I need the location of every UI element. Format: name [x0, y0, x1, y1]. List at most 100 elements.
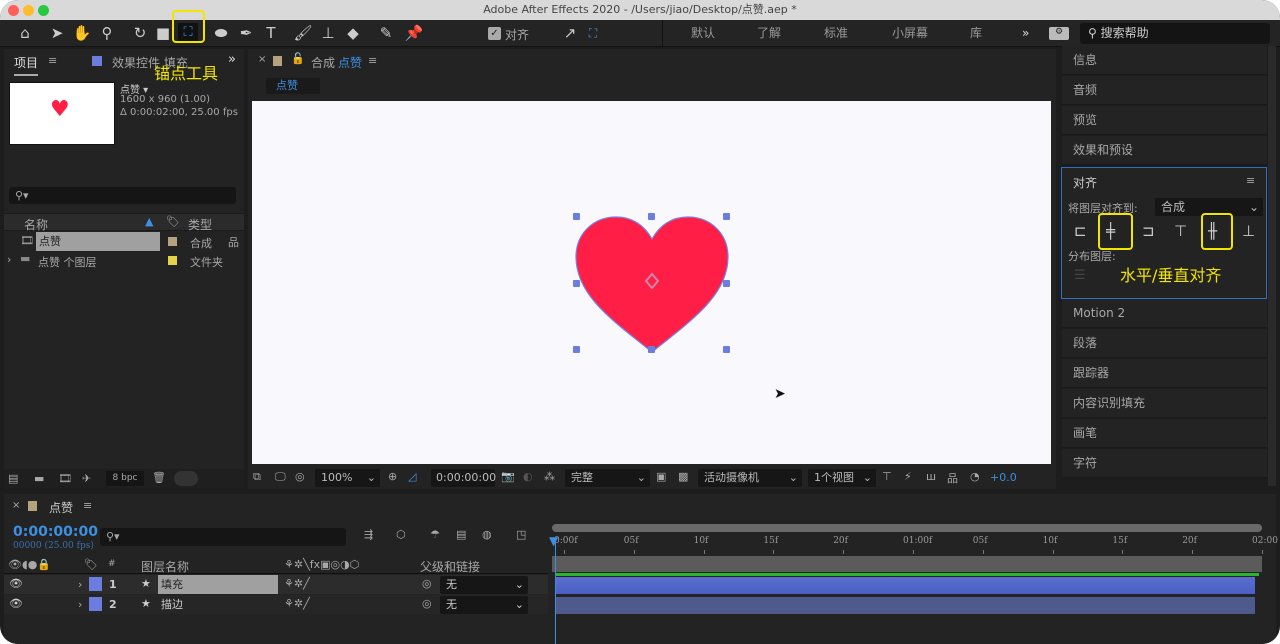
graph-editor-icon[interactable]: ◳ — [516, 528, 526, 541]
resolution-select[interactable]: 完整 ⌄ — [565, 469, 650, 487]
panel-character[interactable]: 字符 — [1062, 449, 1267, 478]
tab-comp-name[interactable]: 点赞 — [338, 54, 362, 71]
rotate-icon[interactable]: ↻ — [130, 23, 150, 43]
show-snapshot-icon[interactable]: ◐ — [523, 470, 533, 483]
work-area-bar[interactable] — [552, 556, 1262, 572]
snapshot-icon[interactable]: 📷 — [501, 470, 515, 483]
hand-icon[interactable]: ✋ — [72, 23, 92, 43]
column-name[interactable]: 名称 — [24, 216, 48, 233]
new-comp-icon[interactable]: 🎞 — [58, 472, 72, 485]
views-select[interactable]: 1个视图 ⌄ — [808, 469, 876, 487]
layer-label-color[interactable] — [89, 577, 102, 591]
transform-handle[interactable] — [573, 280, 580, 287]
more-workspaces-icon[interactable]: » — [1022, 20, 1029, 47]
shy-layers-icon[interactable]: ☂ — [430, 528, 440, 541]
reset-exposure-icon[interactable]: ◔ — [970, 470, 980, 483]
project-item[interactable]: › ▬ 点赞 个图层 文件夹 — [4, 251, 244, 270]
workspace-default[interactable]: 默认 — [691, 20, 715, 47]
more-tabs-icon[interactable]: » — [228, 52, 236, 67]
ellipse-icon[interactable]: ⬬ — [211, 23, 231, 43]
workspace-small-screen[interactable]: 小屏幕 — [892, 20, 928, 47]
parent-select[interactable]: 无 ⌄ — [440, 596, 528, 614]
project-search-input[interactable]: ⚲▾ — [9, 187, 236, 204]
current-time-field[interactable]: 0:00:00:00 — [431, 469, 496, 487]
expand-chevron-icon[interactable]: › — [7, 253, 11, 266]
visibility-eye-icon[interactable]: 👁 — [9, 597, 23, 610]
zoom-select[interactable]: 100% ⌄ — [315, 469, 380, 487]
timeline-tab-name[interactable]: 点赞 — [49, 499, 73, 516]
transparency-grid-icon[interactable]: ◿ — [408, 470, 416, 483]
label-color[interactable] — [168, 256, 177, 265]
timeline-search-input[interactable]: ⚲▾ — [100, 528, 346, 546]
channel-icon[interactable]: ⁂ — [544, 470, 555, 483]
fast-preview-icon[interactable]: ▣ — [656, 470, 666, 483]
toggle-pixel-aspect-icon[interactable]: ⊤ — [882, 470, 892, 483]
transform-handle[interactable] — [648, 213, 655, 220]
panel-motion2[interactable]: Motion 2 — [1062, 299, 1267, 328]
layer-bar-fill[interactable] — [555, 577, 1255, 594]
lock-icon[interactable]: 🔓 — [291, 52, 305, 65]
transform-handle[interactable] — [723, 213, 730, 220]
transform-handle[interactable] — [648, 346, 655, 353]
eraser-icon[interactable]: ◆ — [343, 23, 363, 43]
layer-row[interactable]: 👁 › 2 ★ 描边 ⚘✲╱ ◎ 无 ⌄ — [4, 595, 548, 614]
work-area-navigator[interactable] — [552, 524, 1262, 532]
align-left-icon[interactable]: ⊏ — [1074, 222, 1087, 240]
always-preview-icon[interactable]: ⧉ — [253, 470, 261, 484]
label-color[interactable] — [168, 237, 177, 246]
workspace-learn[interactable]: 了解 — [757, 20, 781, 47]
flowchart-icon[interactable]: 品 — [228, 234, 239, 250]
layer-name[interactable]: 填充 — [158, 575, 278, 594]
layer-switches-icons[interactable]: ⚘✲╱ — [284, 577, 310, 590]
flowchart-icon[interactable]: 品 — [947, 470, 958, 486]
zoom-window-button[interactable] — [38, 5, 49, 16]
mask-visibility-icon[interactable]: ◎ — [295, 470, 305, 483]
comp-breadcrumb[interactable]: 点赞 — [266, 78, 320, 94]
layer-name-header[interactable]: 图层名称 — [141, 558, 189, 575]
distribute-top-icon[interactable]: ☰ — [1074, 268, 1086, 283]
exposure-value[interactable]: +0.0 — [990, 471, 1017, 484]
align-bottom-icon[interactable]: ⊥ — [1242, 222, 1255, 240]
align-right-icon[interactable]: ⊐ — [1142, 222, 1155, 240]
selection-icon[interactable]: ➤ — [47, 23, 67, 43]
tab-menu-icon[interactable]: ≡ — [48, 54, 57, 67]
sort-ascending-icon[interactable]: ▲ — [145, 215, 153, 228]
clone-stamp-icon[interactable]: ⊥ — [318, 23, 338, 43]
panel-effects-presets[interactable]: 效果和预设 — [1062, 136, 1267, 165]
panel-menu-icon[interactable]: ≡ — [368, 54, 377, 67]
transform-handle[interactable] — [723, 346, 730, 353]
zoom-icon[interactable]: ⚲ — [97, 23, 117, 43]
pen-icon[interactable]: ✒ — [236, 23, 256, 43]
right-panel-scrollbar[interactable] — [1268, 46, 1276, 486]
panel-tracker[interactable]: 跟踪器 — [1062, 359, 1267, 388]
comp-flowchart-icon[interactable]: ⇶ — [364, 528, 373, 541]
render-icon[interactable]: ✈ — [82, 472, 91, 485]
close-window-button[interactable] — [8, 5, 19, 16]
roto-brush-icon[interactable]: ✎ — [376, 23, 396, 43]
transform-handle[interactable] — [573, 213, 580, 220]
workspace-standard[interactable]: 标准 — [824, 20, 848, 47]
panel-menu-icon[interactable]: ≡ — [83, 499, 92, 512]
workspace-settings-icon[interactable]: ⚙ — [1049, 27, 1069, 40]
puppet-pin-icon[interactable]: 📌 — [404, 23, 424, 43]
snap-options-icon[interactable]: ↗ — [560, 23, 580, 43]
monitor-icon[interactable]: 🖵 — [275, 470, 286, 484]
snap-mode-icon[interactable]: ⛶ — [583, 23, 603, 43]
expand-chevron-icon[interactable]: › — [78, 598, 82, 611]
layer-label-color[interactable] — [89, 597, 102, 611]
panel-content-aware-fill[interactable]: 内容识别填充 — [1062, 389, 1267, 418]
pick-whip-icon[interactable]: ◎ — [422, 597, 432, 610]
expand-chevron-icon[interactable]: › — [78, 578, 82, 591]
interpret-footage-icon[interactable]: ▤ — [8, 472, 18, 485]
trash-icon[interactable]: 🗑 — [152, 471, 166, 484]
panel-menu-icon[interactable]: ≡ — [1246, 174, 1255, 187]
motion-blur-icon[interactable]: ◍ — [482, 528, 492, 541]
snap-checkbox[interactable]: ✓ — [488, 27, 501, 40]
type-icon[interactable]: T — [261, 23, 281, 43]
label-tag-icon[interactable]: 🏷 — [166, 215, 180, 228]
timeline-timecode[interactable]: 0:00:00:00 — [13, 524, 98, 540]
home-icon[interactable]: ⌂ — [15, 23, 35, 43]
align-top-icon[interactable]: ⊤ — [1174, 222, 1187, 240]
parent-select[interactable]: 无 ⌄ — [440, 576, 528, 594]
draft-3d-icon[interactable]: ⬡ — [396, 528, 406, 541]
